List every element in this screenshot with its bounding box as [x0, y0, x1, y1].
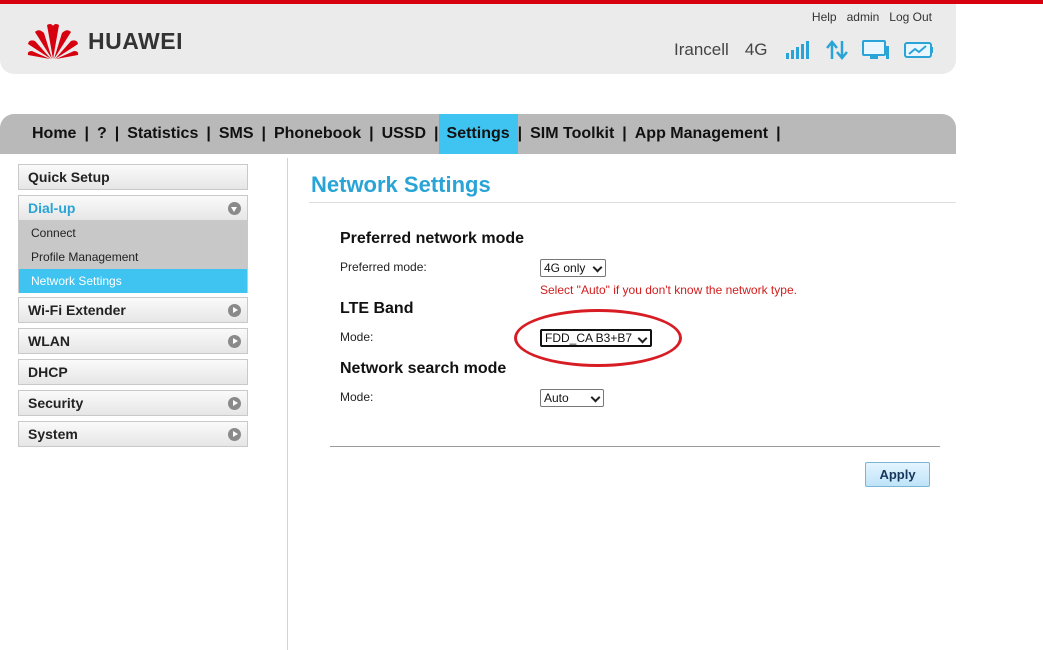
nav-sms[interactable]: SMS — [211, 114, 262, 154]
sidebar-item-quick-setup[interactable]: Quick Setup — [18, 164, 248, 190]
expand-arrow-icon[interactable] — [228, 335, 241, 348]
chevron-down-icon — [592, 262, 603, 273]
nav-separator: | — [776, 125, 781, 142]
sidebar-item-label: Quick Setup — [28, 169, 110, 185]
sidebar-item-label: System — [28, 426, 78, 442]
sidebar-item-label: Wi-Fi Extender — [28, 302, 126, 318]
sidebar-item-dialup[interactable]: Dial-up — [18, 195, 248, 221]
signal-icon — [785, 41, 812, 59]
nav-phonebook[interactable]: Phonebook — [266, 114, 369, 154]
search-mode-select[interactable]: Auto — [540, 389, 604, 407]
router-admin-page: HUAWEI Help admin Log Out Irancell 4G Ho… — [0, 0, 1043, 650]
nav-app-management[interactable]: App Management — [627, 114, 776, 154]
content-divider — [287, 158, 288, 650]
preferred-mode-value: 4G only — [544, 261, 586, 275]
brand-name: HUAWEI — [88, 27, 183, 54]
nav-settings[interactable]: Settings — [438, 114, 518, 154]
submenu-item-connect[interactable]: Connect — [19, 221, 247, 245]
preferred-mode-hint: Select "Auto" if you don't know the netw… — [540, 283, 797, 297]
preferred-mode-label: Preferred mode: — [340, 260, 427, 274]
data-transfer-icon — [825, 40, 848, 60]
connected-devices-icon[interactable] — [861, 40, 890, 60]
section-preferred-network-mode: Preferred network mode — [340, 230, 525, 247]
network-type: 4G — [744, 40, 768, 59]
sidebar: Quick Setup Dial-up Connect Profile Mana… — [18, 164, 248, 452]
help-link[interactable]: Help — [812, 10, 837, 24]
nav-home[interactable]: Home — [24, 114, 84, 154]
form-divider — [330, 446, 940, 447]
expand-arrow-icon[interactable] — [228, 397, 241, 410]
sidebar-item-dhcp[interactable]: DHCP — [18, 359, 248, 385]
submenu-item-profile-management[interactable]: Profile Management — [19, 245, 247, 269]
sidebar-item-label: DHCP — [28, 364, 68, 380]
expand-arrow-icon[interactable] — [228, 304, 241, 317]
page-title: Network Settings — [311, 172, 491, 197]
sidebar-item-wlan[interactable]: WLAN — [18, 328, 248, 354]
lte-mode-label: Mode: — [340, 330, 374, 344]
huawei-flower-icon — [27, 24, 79, 59]
huawei-logo[interactable]: HUAWEI — [26, 22, 183, 60]
search-mode-label: Mode: — [340, 390, 374, 404]
nav-help[interactable]: ? — [89, 114, 115, 154]
search-mode-value: Auto — [544, 391, 569, 405]
logout-link[interactable]: Log Out — [889, 10, 932, 24]
collapse-arrow-icon[interactable] — [228, 202, 241, 215]
sidebar-item-label: Security — [28, 395, 84, 411]
annotation-circle — [514, 309, 682, 367]
carrier-name: Irancell — [674, 40, 729, 59]
battery-icon — [903, 41, 934, 59]
title-divider — [309, 202, 956, 203]
sidebar-item-label: WLAN — [28, 333, 70, 349]
nav-statistics[interactable]: Statistics — [119, 114, 206, 154]
section-lte-band: LTE Band — [340, 300, 414, 317]
chevron-down-icon — [590, 392, 601, 403]
dialup-submenu: Connect Profile Management Network Setti… — [18, 221, 248, 293]
sidebar-item-system[interactable]: System — [18, 421, 248, 447]
sidebar-item-label: Dial-up — [28, 200, 76, 216]
main-nav: Home | ? | Statistics | SMS | Phonebook … — [0, 114, 956, 154]
nav-ussd[interactable]: USSD — [374, 114, 434, 154]
preferred-mode-select[interactable]: 4G only — [540, 259, 606, 277]
sidebar-item-wifi-extender[interactable]: Wi-Fi Extender — [18, 297, 248, 323]
top-links: Help admin Log Out — [812, 10, 932, 24]
submenu-item-network-settings[interactable]: Network Settings — [19, 269, 247, 293]
nav-items: Home | ? | Statistics | SMS | Phonebook … — [24, 114, 781, 154]
status-bar: Irancell 4G — [674, 40, 934, 60]
header: HUAWEI Help admin Log Out Irancell 4G — [0, 4, 956, 74]
section-network-search-mode: Network search mode — [340, 360, 507, 377]
sidebar-item-security[interactable]: Security — [18, 390, 248, 416]
user-link[interactable]: admin — [847, 10, 880, 24]
apply-button[interactable]: Apply — [865, 462, 930, 487]
nav-sim-toolkit[interactable]: SIM Toolkit — [522, 114, 622, 154]
expand-arrow-icon[interactable] — [228, 428, 241, 441]
